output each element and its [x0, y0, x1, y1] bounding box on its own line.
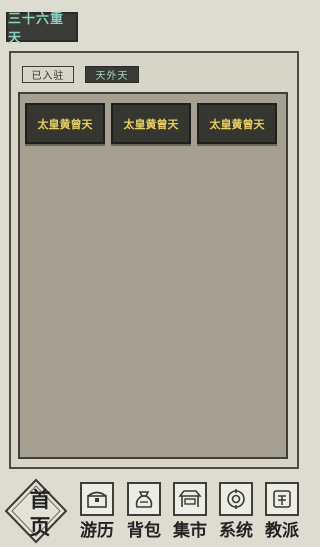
chest-icon	[80, 482, 114, 516]
nav-label: 教派	[265, 521, 299, 541]
nav-item-sect[interactable]: 教派	[259, 478, 305, 544]
filter-joined-button[interactable]: 已入驻	[22, 66, 74, 83]
filter-beyond-heaven-button[interactable]: 天外天	[85, 66, 139, 83]
heaven-card[interactable]: 太皇黄曾天	[25, 103, 105, 144]
nav-label: 系统	[219, 521, 253, 541]
nav-label: 背包	[127, 521, 161, 541]
sect-icon	[265, 482, 299, 516]
nav-item-market[interactable]: 集市	[167, 478, 213, 544]
nav-item-system[interactable]: 系统	[213, 478, 259, 544]
stall-icon	[173, 482, 207, 516]
heaven-list-panel	[18, 92, 288, 459]
bag-icon	[127, 482, 161, 516]
home-button[interactable]: 首 页	[4, 478, 68, 544]
nav-item-bag[interactable]: 背包	[121, 478, 167, 544]
heaven-card[interactable]: 太皇黄曾天	[197, 103, 277, 144]
settings-icon	[219, 482, 253, 516]
page-title: 三十六重天	[6, 12, 78, 46]
heaven-card[interactable]: 太皇黄曾天	[111, 103, 191, 144]
home-label-bottom: 页	[29, 515, 51, 539]
nav-label: 游历	[80, 521, 114, 541]
home-label-top: 首	[29, 488, 51, 512]
nav-label: 集市	[173, 521, 207, 541]
nav-item-travel[interactable]: 游历	[74, 478, 120, 544]
